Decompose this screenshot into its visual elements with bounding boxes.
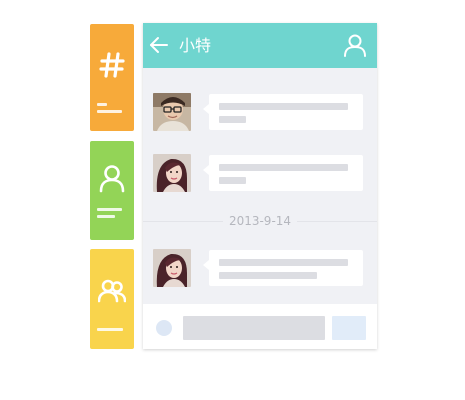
group-icon [98,279,126,303]
message-line-placeholder [219,272,317,279]
tab-contacts[interactable] [90,141,134,240]
chat-panel: 小特 2013-9-14 [143,23,377,349]
tab-label-placeholder [97,208,122,222]
avatar-woman-image [153,154,191,192]
avatar-woman-image [153,249,191,287]
message-input-bar [143,304,377,349]
tab-label-placeholder [97,103,122,117]
message-bubble [203,250,363,286]
message-line-placeholder [219,116,246,123]
message-input[interactable] [183,316,325,340]
send-button[interactable] [332,316,366,340]
message-line-placeholder [219,177,246,184]
message-line-placeholder [219,103,348,110]
tab-label-placeholder [97,328,123,335]
tab-groups[interactable] [90,249,134,349]
user-icon[interactable] [343,33,367,57]
date-label: 2013-9-14 [223,212,297,230]
avatar[interactable] [153,93,191,131]
message-line-placeholder [219,164,348,171]
avatar[interactable] [153,154,191,192]
message-line-placeholder [219,259,348,266]
tab-topics[interactable] [90,24,134,131]
app-stage: 小特 2013-9-14 [0,0,465,400]
chat-header: 小特 [143,23,377,68]
emoji-icon[interactable] [156,320,172,336]
arrow-left-icon[interactable] [148,34,170,56]
avatar-man-glasses-image [153,93,191,131]
chat-title: 小特 [179,36,212,55]
avatar[interactable] [153,249,191,287]
hash-icon [99,52,125,78]
user-icon [99,165,125,193]
message-bubble [203,94,363,130]
message-bubble [203,155,363,191]
